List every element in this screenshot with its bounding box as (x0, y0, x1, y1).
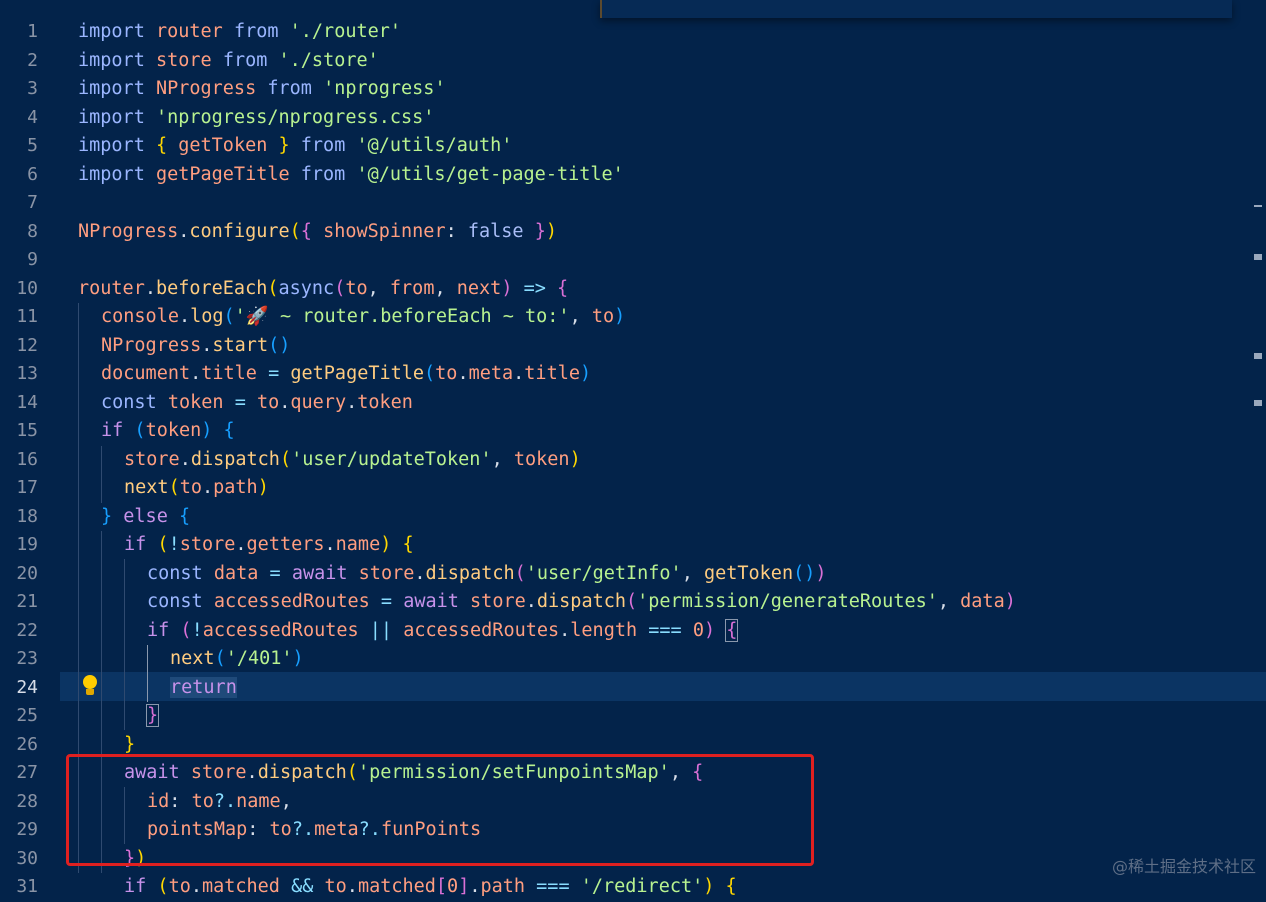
line-number: 7 (27, 192, 38, 213)
code-line: import store from './store' (78, 49, 379, 71)
code-editor[interactable]: 1 2 3 4 5 6 7 8 9 10 11 12 13 14 15 16 17 18 19 20 21 22 23 24 2… (0, 0, 1266, 897)
line-number: 24 (16, 676, 38, 698)
line-number: 11 (16, 306, 38, 327)
line-number: 17 (16, 477, 38, 498)
overview-ruler-mark (1254, 205, 1262, 207)
line-number: 22 (16, 619, 38, 641)
code-line: NProgress.configure({ showSpinner: false… (78, 220, 557, 242)
find-widget-peek (600, 0, 1232, 18)
line-number: 6 (27, 163, 38, 185)
annotation-highlight-box (66, 754, 814, 866)
line-number: 1 (27, 21, 38, 42)
overview-ruler-mark (1254, 254, 1262, 260)
line-number: 2 (27, 49, 38, 71)
overview-ruler-mark (1254, 400, 1262, 406)
code-line: return (170, 676, 237, 698)
line-number: 25 (16, 705, 38, 726)
line-number: 14 (16, 391, 38, 413)
line-number: 30 (16, 847, 38, 869)
line-number: 4 (27, 106, 38, 128)
code-line: const accessedRoutes = await store.dispa… (147, 591, 1016, 612)
code-line: store.dispatch('user/updateToken', token… (124, 448, 581, 470)
line-number: 12 (16, 334, 38, 356)
code-line: const data = await store.dispatch('user/… (147, 562, 827, 584)
code-line: } else { (101, 505, 191, 527)
overview-ruler-mark (1254, 353, 1262, 359)
code-line: import 'nprogress/nprogress.css' (78, 106, 435, 128)
code-line: import { getToken } from '@/utils/auth' (78, 135, 513, 156)
line-number: 26 (16, 733, 38, 755)
line-number: 21 (16, 591, 38, 612)
line-number: 27 (16, 762, 38, 783)
line-number: 16 (16, 448, 38, 470)
indent-guide (124, 559, 125, 730)
code-line: NProgress.start() (101, 334, 291, 356)
line-number: 8 (27, 220, 38, 242)
indent-guide-active (147, 645, 148, 702)
code-line: import router from './router' (78, 21, 402, 42)
code-line: next(to.path) (124, 477, 269, 498)
line-number: 20 (16, 562, 38, 584)
code-line: } (145, 704, 160, 727)
line-number: 19 (16, 534, 38, 555)
code-line: import NProgress from 'nprogress' (78, 78, 446, 99)
line-number: 31 (16, 876, 38, 897)
code-line: const token = to.query.token (101, 391, 413, 413)
code-line: router.beforeEach(async(to, from, next) … (78, 277, 569, 299)
line-number: 10 (16, 277, 38, 299)
watermark: @稀土掘金技术社区 (1111, 857, 1256, 876)
code-line: if (token) { (101, 420, 235, 441)
indent-guide (101, 446, 102, 503)
code-line: if (!accessedRoutes || accessedRoutes.le… (147, 618, 739, 642)
line-number: 29 (16, 819, 38, 840)
vertical-scrollbar[interactable] (1250, 0, 1266, 885)
lightbulb-icon[interactable] (81, 675, 99, 697)
line-number: 23 (16, 648, 38, 669)
code-line: if (to.matched && to.matched[0].path ===… (124, 876, 737, 897)
line-number: 15 (16, 420, 38, 441)
line-number: 13 (16, 363, 38, 384)
code-line: if (!store.getters.name) { (124, 534, 414, 555)
line-number: 28 (16, 790, 38, 812)
line-number: 5 (27, 135, 38, 156)
line-number: 3 (27, 78, 38, 99)
code-line: document.title = getPageTitle(to.meta.ti… (101, 363, 592, 384)
current-line-highlight (60, 672, 1266, 701)
code-line: next('/401') (170, 648, 304, 669)
code-line: console.log('🚀 ~ router.beforeEach ~ to:… (101, 306, 626, 327)
code-line: import getPageTitle from '@/utils/get-pa… (78, 163, 624, 185)
line-number: 9 (27, 249, 38, 270)
line-number: 18 (16, 505, 38, 527)
